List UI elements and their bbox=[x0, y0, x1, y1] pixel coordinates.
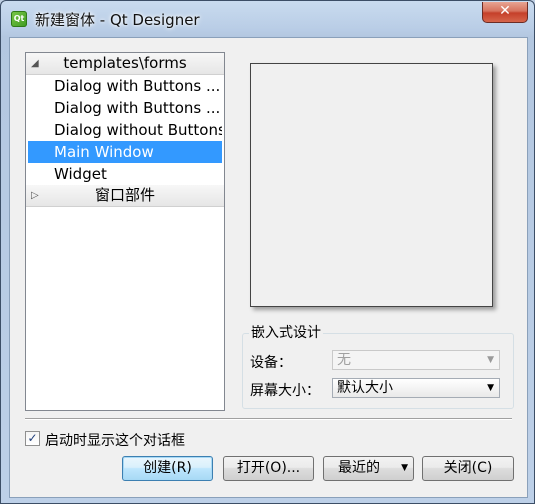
chevron-down-icon: ▼ bbox=[487, 355, 494, 365]
window-title: 新建窗体 - Qt Designer bbox=[35, 11, 200, 29]
recent-button-label: 最近的 bbox=[338, 460, 380, 476]
chevron-down-icon: ▼ bbox=[487, 383, 494, 393]
dropdown-arrow-icon: ▼ bbox=[401, 463, 408, 473]
separator-line bbox=[25, 418, 512, 420]
close-button[interactable]: 关闭(C) bbox=[422, 456, 514, 481]
show-on-startup-checkbox[interactable]: ✓ bbox=[25, 431, 40, 446]
tree-item-dialog-with-buttons-bottom[interactable]: Dialog with Buttons ... bbox=[28, 75, 222, 97]
device-combo[interactable]: 无 ▼ bbox=[332, 350, 500, 370]
window-close-button[interactable]: ✕ bbox=[482, 2, 528, 23]
template-tree[interactable]: ◢ templates\forms Dialog with Buttons ..… bbox=[25, 52, 225, 411]
tree-category-label: templates\forms bbox=[63, 54, 187, 72]
title-bar[interactable]: Qt 新建窗体 - Qt Designer ✕ bbox=[1, 1, 534, 37]
device-label: 设备： bbox=[250, 355, 292, 371]
open-button[interactable]: 打开(O)... bbox=[223, 456, 314, 481]
form-preview bbox=[250, 63, 493, 307]
tree-category-widgets[interactable]: ▷ 窗口部件 bbox=[26, 185, 224, 207]
qt-designer-app-icon: Qt bbox=[11, 11, 27, 27]
device-combo-value: 无 bbox=[337, 352, 351, 368]
screen-size-combo-value: 默认大小 bbox=[337, 380, 393, 396]
tree-item-widget[interactable]: Widget bbox=[28, 163, 222, 185]
tree-item-main-window[interactable]: Main Window bbox=[28, 141, 222, 163]
dialog-client-area: ◢ templates\forms Dialog with Buttons ..… bbox=[9, 37, 528, 498]
tree-category-templates-forms[interactable]: ◢ templates\forms bbox=[26, 53, 224, 75]
show-on-startup-label[interactable]: 启动时显示这个对话框 bbox=[45, 430, 185, 450]
screen-size-label: 屏幕大小： bbox=[250, 383, 320, 399]
collapsed-arrow-icon[interactable]: ▷ bbox=[31, 185, 39, 206]
dialog-window: Qt 新建窗体 - Qt Designer ✕ ◢ templates\form… bbox=[0, 0, 535, 504]
tree-item-dialog-with-buttons-right[interactable]: Dialog with Buttons ... bbox=[28, 97, 222, 119]
expanded-arrow-icon[interactable]: ◢ bbox=[31, 53, 39, 74]
recent-button[interactable]: 最近的 ▼ bbox=[323, 456, 414, 481]
tree-category-label: 窗口部件 bbox=[94, 186, 155, 204]
tree-item-dialog-without-buttons[interactable]: Dialog without Buttons bbox=[28, 119, 222, 141]
create-button[interactable]: 创建(R) bbox=[122, 456, 213, 481]
screen-size-combo[interactable]: 默认大小 ▼ bbox=[332, 378, 500, 398]
embedded-design-group-title: 嵌入式设计 bbox=[249, 322, 323, 342]
